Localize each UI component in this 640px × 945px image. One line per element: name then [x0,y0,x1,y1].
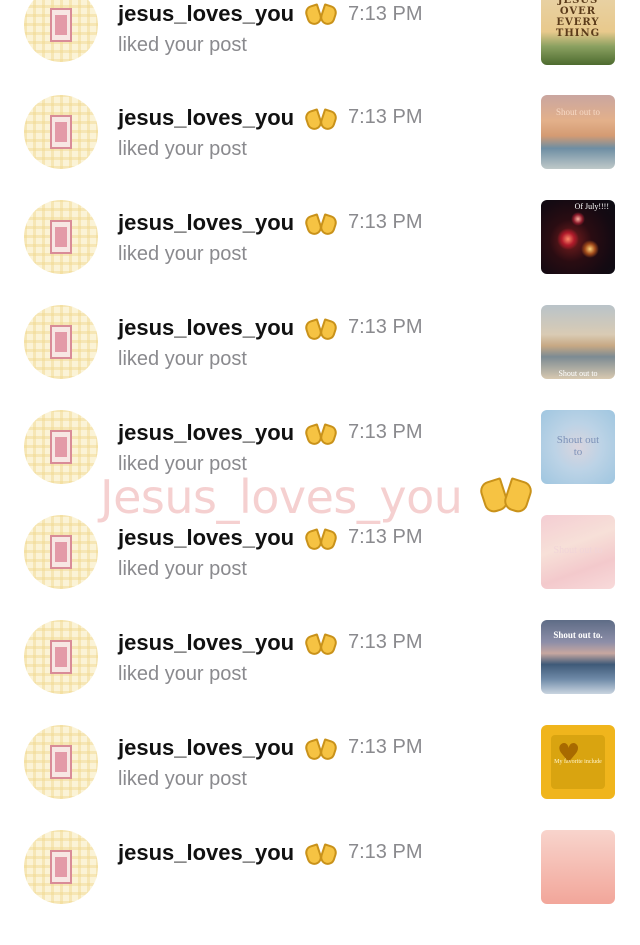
thumbnail-caption: Shout out to [556,434,600,458]
post-thumbnail[interactable]: Shout out to [541,305,615,379]
action-text: liked your post [118,138,247,160]
timestamp: 7:13 PM [348,736,423,758]
avatar[interactable] [24,200,98,274]
avatar[interactable] [24,515,98,589]
heart-hands-icon [303,633,339,657]
timestamp: 7:13 PM [348,316,423,338]
avatar[interactable] [24,830,98,904]
username[interactable]: jesus_loves_you [118,630,294,656]
post-thumbnail[interactable]: Shout out to. [541,620,615,694]
notification-row[interactable]: jesus_loves_you 7:13 PM liked your post … [0,0,640,105]
post-thumbnail[interactable]: Of July!!!! [541,200,615,274]
username[interactable]: jesus_loves_you [118,840,294,866]
notification-row[interactable]: jesus_loves_you 7:13 PM liked your post … [0,515,640,630]
username[interactable]: jesus_loves_you [118,210,294,236]
timestamp: 7:13 PM [348,3,423,25]
thumbnail-caption: My favorite include [554,759,602,765]
heart-hands-icon [303,423,339,447]
username[interactable]: jesus_loves_you [118,525,294,551]
timestamp: 7:13 PM [348,421,423,443]
avatar[interactable] [24,0,98,62]
thumbnail-caption: Of July!!!! [574,202,609,211]
heart-hands-icon [303,213,339,237]
action-text: liked your post [118,663,247,685]
avatar[interactable] [24,725,98,799]
heart-hands-icon [303,108,339,132]
heart-hands-icon [303,3,339,27]
timestamp: 7:13 PM [348,631,423,653]
notification-row[interactable]: jesus_loves_you 7:13 PM liked your post … [0,95,640,210]
heart-hands-icon [303,843,339,867]
thumbnail-caption: Shout out to [558,369,598,378]
thumbnail-caption: Shout out to [553,545,603,556]
notification-row[interactable]: jesus_loves_you 7:13 PM [0,830,640,945]
avatar[interactable] [24,95,98,169]
post-thumbnail[interactable]: Shout out to [541,410,615,484]
username[interactable]: jesus_loves_you [118,735,294,761]
avatar[interactable] [24,305,98,379]
action-text: liked your post [118,558,247,580]
notification-row[interactable]: jesus_loves_you 7:13 PM liked your post … [0,620,640,735]
action-text: liked your post [118,243,247,265]
avatar[interactable] [24,620,98,694]
notification-row[interactable]: jesus_loves_you 7:13 PM liked your post … [0,725,640,840]
timestamp: 7:13 PM [348,106,423,128]
timestamp: 7:13 PM [348,526,423,548]
post-thumbnail[interactable]: ♥ My favorite include [541,725,615,799]
action-text: liked your post [118,34,247,56]
timestamp: 7:13 PM [348,211,423,233]
thumbnail-caption: Shout out to. [553,630,603,640]
post-thumbnail[interactable]: Shout out to [541,95,615,169]
username[interactable]: jesus_loves_you [118,105,294,131]
username[interactable]: jesus_loves_you [118,315,294,341]
thumbnail-caption: JESUS OVER EVERY THING [555,0,601,39]
post-thumbnail[interactable]: JESUS OVER EVERY THING [541,0,615,65]
heart-hands-icon [303,738,339,762]
username[interactable]: jesus_loves_you [118,1,294,27]
heart-hands-icon [477,477,535,516]
notification-row[interactable]: jesus_loves_you 7:13 PM liked your post … [0,200,640,315]
heart-hands-icon [303,528,339,552]
action-text: liked your post [118,348,247,370]
username[interactable]: jesus_loves_you [118,420,294,446]
action-text: liked your post [118,768,247,790]
avatar[interactable] [24,410,98,484]
heart-hands-icon [303,318,339,342]
post-thumbnail[interactable]: Shout out to [541,515,615,589]
thumbnail-caption: Shout out to [555,107,600,117]
watermark-text: Jesus_loves_you [100,470,463,524]
notification-row[interactable]: jesus_loves_you 7:13 PM liked your post … [0,305,640,420]
post-thumbnail[interactable] [541,830,615,904]
